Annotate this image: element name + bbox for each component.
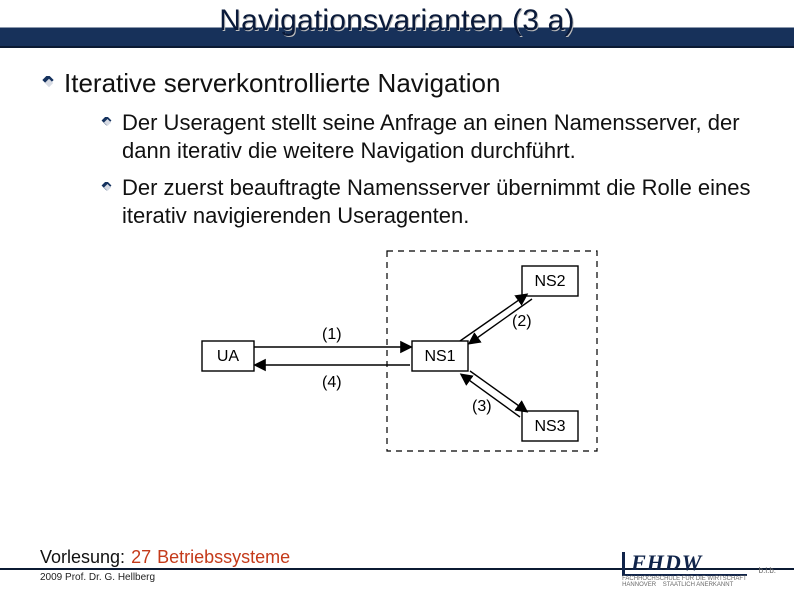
footer-page-number: 27 xyxy=(131,547,151,568)
footer-subject: Betriebssysteme xyxy=(157,547,290,568)
footer-label: Vorlesung: xyxy=(40,547,125,568)
sub-bullet-list: Der Useragent stellt seine Anfrage an ei… xyxy=(100,109,754,229)
fhdw-logo-subtext: FACHHOCHSCHULE FÜR DIE WIRTSCHAFT HANNOV… xyxy=(622,576,747,589)
fhdw-logo-text: FHDW xyxy=(622,552,747,576)
diamond-bullet-icon xyxy=(100,117,112,129)
bib-logo-text: b.i.b. xyxy=(759,566,776,575)
title-bar: Navigationsvarianten (3 a) xyxy=(0,0,794,48)
edge-label-2: (2) xyxy=(512,313,532,330)
main-bullet-row: Iterative serverkontrollierte Navigation xyxy=(40,68,754,99)
ua-label: UA xyxy=(217,348,240,365)
slide-footer: Vorlesung: 27 Betriebssysteme 2009 Prof.… xyxy=(0,547,794,595)
slide-content: Iterative serverkontrollierte Navigation… xyxy=(0,48,794,461)
ns2-label: NS2 xyxy=(534,273,565,290)
logo-area: FHDW FACHHOCHSCHULE FÜR DIE WIRTSCHAFT H… xyxy=(622,552,776,589)
main-bullet-text: Iterative serverkontrollierte Navigation xyxy=(64,68,500,99)
navigation-diagram: UA NS1 NS2 NS3 (1) (2) (3) (4) xyxy=(182,241,612,461)
edge-label-1: (1) xyxy=(322,326,342,343)
diamond-bullet-icon xyxy=(100,182,112,194)
sub-bullet-text: Der Useragent stellt seine Anfrage an ei… xyxy=(122,109,754,164)
ns1-label: NS1 xyxy=(424,348,455,365)
edge-label-4: (4) xyxy=(322,374,342,391)
slide-title: Navigationsvarianten (3 a) xyxy=(0,4,794,38)
edge-label-3: (3) xyxy=(472,398,492,415)
sub-bullet-row: Der zuerst beauftragte Namensserver über… xyxy=(100,174,754,229)
sub-bullet-row: Der Useragent stellt seine Anfrage an ei… xyxy=(100,109,754,164)
ns3-label: NS3 xyxy=(534,418,565,435)
fhdw-logo: FHDW FACHHOCHSCHULE FÜR DIE WIRTSCHAFT H… xyxy=(622,552,747,589)
diamond-bullet-icon xyxy=(40,76,54,90)
sub-bullet-text: Der zuerst beauftragte Namensserver über… xyxy=(122,174,754,229)
